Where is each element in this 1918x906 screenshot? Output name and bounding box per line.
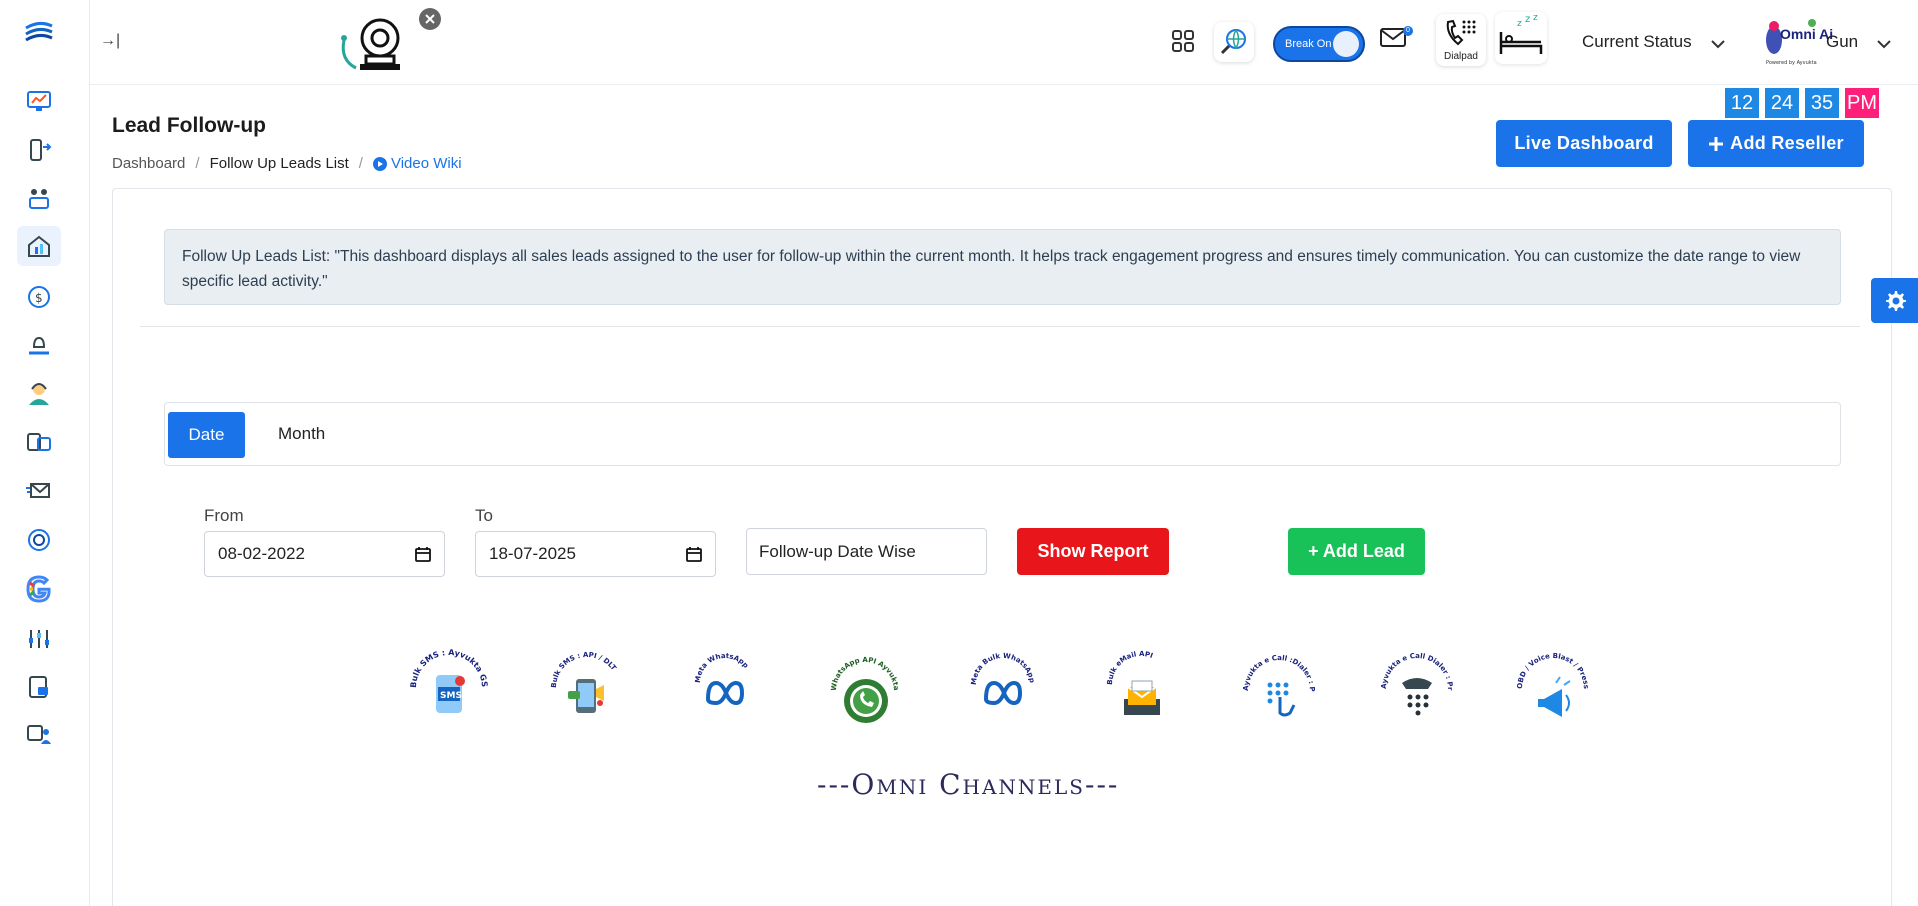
- svg-text:Meta Bulk WhatsApp: Meta Bulk WhatsApp: [970, 652, 1036, 686]
- divider: [140, 326, 1860, 327]
- video-wiki-label: Video Wiki: [390, 155, 462, 172]
- sidebar-collapse-icon[interactable]: →|: [100, 32, 120, 50]
- channel-label: Ayvukta e Call :Dialer : Progressive: [1231, 637, 1316, 692]
- sms-gateway-icon[interactable]: Bulk SMS : Ayvukta GSM GatewaySMS: [400, 636, 494, 733]
- chevron-down-icon[interactable]: [1876, 36, 1892, 54]
- omni-channels-title: ---Omni Channels---: [817, 768, 1120, 801]
- dialpad-button[interactable]: Dialpad: [1436, 14, 1486, 66]
- clock-seconds: 35: [1805, 88, 1839, 118]
- monitor-dashboard-icon[interactable]: [24, 86, 54, 116]
- user-name[interactable]: Gun: [1826, 32, 1858, 52]
- to-label: To: [475, 506, 493, 525]
- add-reseller-label: Add Reseller: [1730, 133, 1844, 153]
- current-status-dropdown[interactable]: Current Status: [1582, 32, 1692, 52]
- meta-bulk-whatsapp-icon[interactable]: Meta Bulk WhatsApp: [958, 643, 1048, 733]
- break-toggle[interactable]: Break On: [1273, 26, 1365, 62]
- breadcrumb-separator: /: [358, 155, 363, 172]
- sleep-bed-icon[interactable]: zzz: [1495, 12, 1547, 64]
- plus-icon: [1709, 136, 1724, 151]
- live-dashboard-button[interactable]: Live Dashboard: [1496, 120, 1672, 167]
- show-report-button[interactable]: Show Report: [1017, 528, 1169, 575]
- break-toggle-label: Break On: [1285, 38, 1332, 50]
- breadcrumb-separator: /: [195, 155, 200, 172]
- whatsapp-icon[interactable]: WhatsApp API Ayvukta: [820, 643, 910, 733]
- from-label: From: [204, 506, 244, 525]
- agent-avatar-icon[interactable]: [24, 378, 54, 408]
- svg-text:Meta WhatsApp: Meta WhatsApp: [694, 652, 750, 683]
- svg-text:SMS: SMS: [440, 691, 462, 701]
- omni-ai-logo: Powered by Ayvukta Omni Ai: [1762, 18, 1836, 68]
- to-date-value: 18-07-2025: [489, 544, 576, 563]
- document-lock-icon[interactable]: [24, 672, 54, 702]
- svg-text:z: z: [1533, 13, 1538, 23]
- channel-label: Bulk eMail API: [1106, 650, 1154, 685]
- channel-label: Meta WhatsApp: [694, 652, 750, 683]
- equalizer-icon[interactable]: [24, 624, 54, 654]
- meta-circle-icon[interactable]: [24, 525, 54, 555]
- svg-text:$: $: [35, 291, 43, 305]
- calendar-icon[interactable]: [415, 546, 431, 562]
- predictive-dialer-icon[interactable]: Ayvukta e Call Dialer : Predictive: [1369, 637, 1462, 733]
- home-analytics-icon[interactable]: [17, 226, 61, 266]
- breadcrumb-current: Follow Up Leads List: [209, 155, 349, 172]
- google-icon[interactable]: [24, 574, 54, 604]
- chat-screens-icon[interactable]: [24, 428, 54, 458]
- add-lead-button[interactable]: + Add Lead: [1288, 528, 1425, 575]
- from-date-value: 08-02-2022: [218, 544, 305, 563]
- coin-cycle-icon[interactable]: $: [24, 282, 54, 312]
- page-title: Lead Follow-up: [112, 114, 266, 137]
- search-globe-icon[interactable]: [1214, 22, 1254, 62]
- channel-label: Meta Bulk WhatsApp: [970, 652, 1036, 686]
- breadcrumb-dashboard[interactable]: Dashboard: [112, 155, 185, 172]
- channel-label: OBD / Voice Blast / Press 1: [1506, 637, 1590, 689]
- to-date-input[interactable]: 18-07-2025: [475, 531, 716, 577]
- report-mode-select[interactable]: Follow-up Date Wise: [746, 528, 987, 575]
- clock-hours: 12: [1725, 88, 1759, 118]
- svg-text:z: z: [1517, 19, 1522, 29]
- svg-text:OBD / Voice Blast / Press 1: OBD / Voice Blast / Press 1: [1508, 643, 1590, 689]
- svg-text:Ayvukta e Call :Dialer : Progr: Ayvukta e Call :Dialer : Progressive: [1234, 643, 1316, 692]
- clock-ampm: PM: [1845, 88, 1879, 118]
- tab-date[interactable]: Date: [168, 412, 245, 458]
- breadcrumb: Dashboard / Follow Up Leads List / Video…: [112, 155, 462, 172]
- meta-whatsapp-icon[interactable]: Meta WhatsApp: [680, 643, 770, 733]
- sms-api-icon[interactable]: Bulk SMS : API / DLT: [542, 643, 632, 733]
- user-monitor-icon[interactable]: [24, 720, 54, 750]
- calendar-icon[interactable]: [686, 546, 702, 562]
- clock-minutes: 24: [1765, 88, 1799, 118]
- progressive-dialer-icon[interactable]: Ayvukta e Call :Dialer : Progressive: [1231, 637, 1324, 733]
- add-reseller-button[interactable]: Add Reseller: [1688, 120, 1864, 167]
- mail-badge: 0: [1403, 26, 1413, 36]
- voice-blast-icon[interactable]: OBD / Voice Blast / Press 1: [1506, 637, 1598, 733]
- email-api-icon[interactable]: Bulk eMail API: [1096, 643, 1186, 733]
- apps-grid-icon[interactable]: [1172, 30, 1196, 59]
- dialpad-label: Dialpad: [1444, 51, 1478, 62]
- mail-send-icon[interactable]: [24, 476, 54, 506]
- info-alert: Follow Up Leads List: "This dashboard di…: [164, 229, 1841, 305]
- svg-text:Bulk eMail API: Bulk eMail API: [1106, 650, 1154, 685]
- svg-text:Powered by Ayvukta: Powered by Ayvukta: [1766, 60, 1817, 66]
- svg-text:z: z: [1525, 14, 1530, 25]
- video-wiki-link[interactable]: Video Wiki: [372, 155, 462, 172]
- settings-gear-icon[interactable]: [1871, 278, 1918, 323]
- sidebar: $: [0, 0, 90, 906]
- date-month-tabs: Date Month: [164, 402, 1841, 466]
- topbar: →| Break On 0 Dialpad zzz Current Status: [90, 0, 1918, 85]
- play-circle-icon: [372, 156, 387, 171]
- phone-transfer-icon[interactable]: [24, 135, 54, 165]
- tab-month[interactable]: Month: [278, 424, 325, 444]
- chevron-down-icon[interactable]: [1710, 36, 1726, 54]
- dialpad-icon: [1446, 19, 1476, 46]
- close-icon[interactable]: [418, 7, 442, 31]
- alarm-bell-widget[interactable]: [330, 7, 490, 80]
- hand-bell-icon[interactable]: [24, 331, 54, 361]
- toggle-knob: [1333, 31, 1359, 57]
- app-logo-icon[interactable]: [22, 18, 56, 48]
- team-schedule-icon[interactable]: [24, 183, 54, 213]
- from-date-input[interactable]: 08-02-2022: [204, 531, 445, 577]
